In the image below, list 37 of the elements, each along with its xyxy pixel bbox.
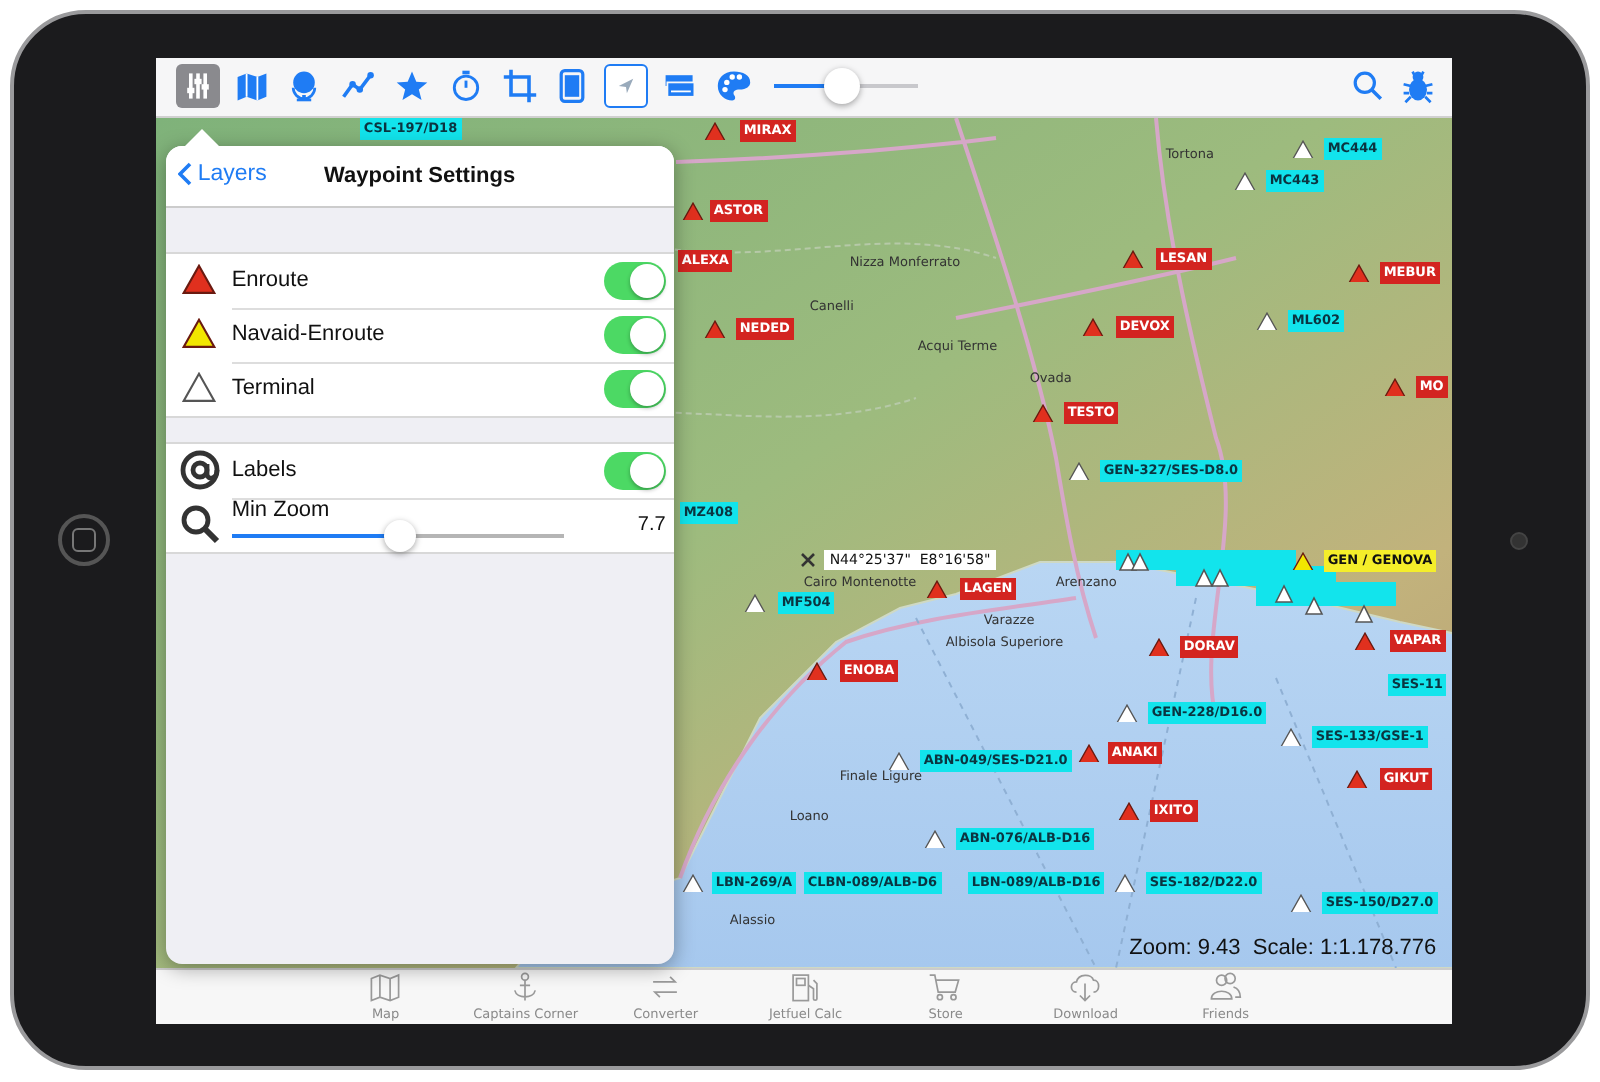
magnifier-icon (179, 502, 220, 546)
popover-title: Waypoint Settings (324, 163, 516, 187)
bug-icon (1400, 68, 1437, 104)
zoom-value: 7.7 (635, 513, 666, 535)
at-sign-icon (179, 450, 220, 490)
toggle-switch[interactable] (603, 451, 666, 489)
chevron-left-icon (177, 161, 192, 185)
zoom-scale-readout: Zoom: 9.43 Scale: 1:1.178.776 (1129, 935, 1437, 959)
shopping-cart-icon (928, 969, 963, 1003)
crop-icon (501, 68, 538, 104)
layers-settings-button[interactable] (175, 64, 220, 108)
min-zoom-slider[interactable] (231, 522, 564, 550)
toggle-switch[interactable] (603, 261, 666, 299)
star-icon (394, 68, 430, 104)
back-button[interactable]: Layers (177, 161, 267, 185)
cloud-download-icon (1068, 969, 1103, 1003)
setting-label: Navaid-Enroute (231, 322, 387, 346)
setting-label: Labels (231, 458, 299, 482)
cross-marker-icon (799, 551, 816, 567)
people-icon (1208, 969, 1243, 1003)
search-icon (1352, 70, 1385, 102)
folded-map-icon (233, 68, 270, 104)
setting-label: Terminal (231, 376, 317, 400)
folded-map-icon (368, 969, 403, 1003)
palette-icon (715, 68, 752, 104)
map-dim-slider[interactable] (773, 66, 918, 106)
debug-button[interactable] (1400, 68, 1437, 104)
setting-label: Min Zoom (231, 498, 332, 522)
setting-label: Enroute (231, 268, 311, 292)
camera-lens (1510, 531, 1529, 549)
toggle-switch[interactable] (603, 369, 666, 407)
search-button[interactable] (1352, 70, 1385, 102)
track-up-button[interactable] (604, 64, 649, 108)
home-button[interactable] (58, 514, 111, 566)
toggle-switch[interactable] (603, 315, 666, 353)
fuel-pump-icon (788, 969, 823, 1003)
stopwatch-icon (447, 68, 484, 104)
